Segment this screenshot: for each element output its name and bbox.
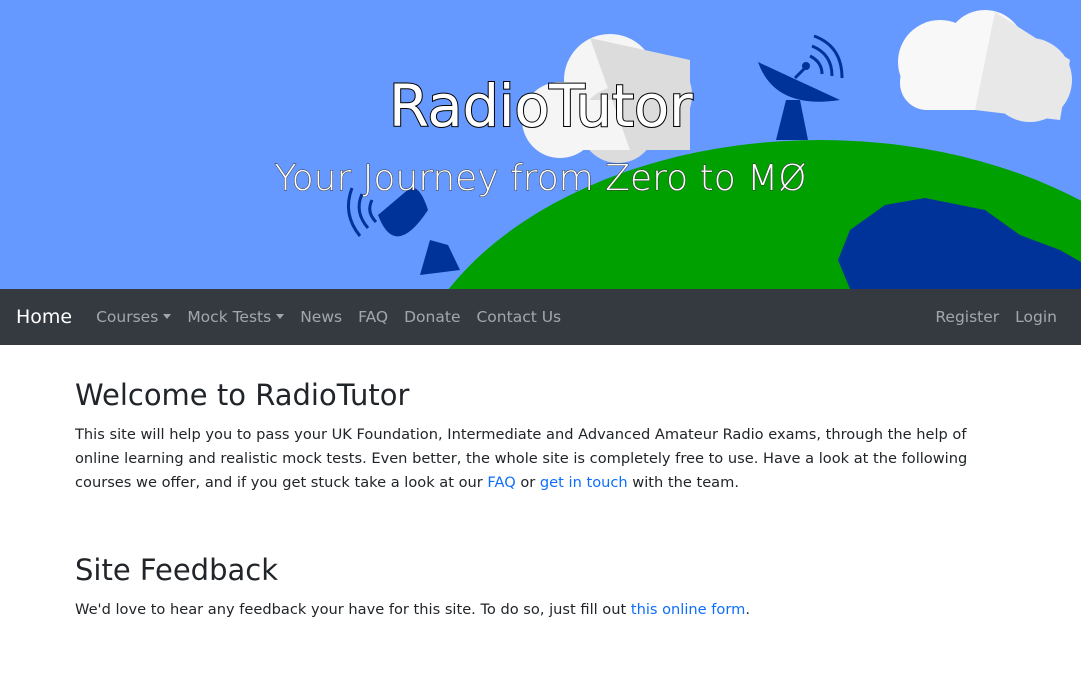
nav-donate-link[interactable]: Donate — [396, 300, 468, 334]
nav-mock-tests-dropdown[interactable]: Mock Tests — [179, 300, 292, 334]
feedback-text-part: . — [745, 600, 750, 618]
nav-right-group: Register Login — [927, 300, 1065, 334]
welcome-text-part: with the team. — [627, 473, 739, 491]
satellite-dish-left — [346, 187, 460, 275]
main-content: Welcome to RadioTutor This site will hel… — [75, 378, 1015, 622]
banner-illustration — [346, 10, 1081, 289]
nav-home-link[interactable]: Home — [16, 306, 72, 328]
site-tagline: Your Journey from Zero to MØ — [274, 158, 807, 200]
feedback-section: Site Feedback We'd love to hear any feed… — [75, 553, 1015, 622]
caret-down-icon — [276, 313, 285, 319]
nav-login-link[interactable]: Login — [1007, 300, 1065, 334]
welcome-section: Welcome to RadioTutor This site will hel… — [75, 378, 1015, 495]
nav-courses-dropdown[interactable]: Courses — [88, 300, 179, 334]
site-title: RadioTutor — [388, 71, 694, 141]
welcome-text: This site will help you to pass your UK … — [75, 423, 1015, 495]
welcome-text-part: or — [515, 473, 540, 491]
get-in-touch-link[interactable]: get in touch — [540, 474, 628, 491]
nav-contact-link[interactable]: Contact Us — [468, 300, 569, 334]
nav-mock-tests-label: Mock Tests — [187, 308, 272, 326]
caret-down-icon — [163, 313, 172, 319]
header-banner: RadioTutor Your Journey from Zero to MØ — [0, 0, 1081, 289]
feedback-heading: Site Feedback — [75, 552, 278, 587]
nav-left-group: Courses Mock Tests News FAQ Donate Conta… — [88, 300, 569, 334]
main-navbar: Home Courses Mock Tests News FAQ Donate … — [0, 289, 1081, 345]
feedback-text-part: We'd love to hear any feedback your have… — [75, 600, 631, 618]
faq-link[interactable]: FAQ — [487, 474, 515, 491]
nav-courses-label: Courses — [96, 308, 159, 326]
nav-faq-link[interactable]: FAQ — [350, 300, 396, 334]
nav-register-link[interactable]: Register — [927, 300, 1007, 334]
nav-news-link[interactable]: News — [292, 300, 350, 334]
online-form-link[interactable]: this online form — [631, 601, 745, 618]
feedback-text: We'd love to hear any feedback your have… — [75, 598, 1015, 622]
welcome-heading: Welcome to RadioTutor — [75, 378, 410, 412]
